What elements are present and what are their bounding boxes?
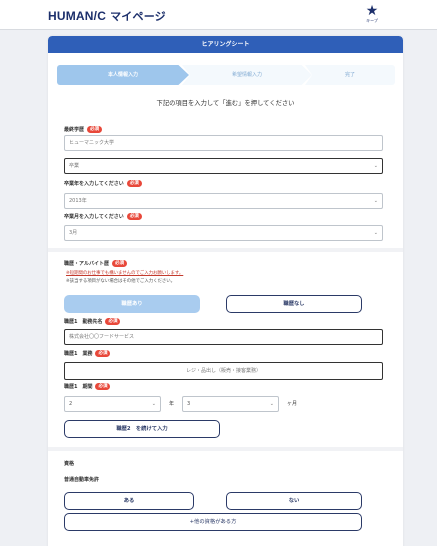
logo-suffix: マイページ (106, 10, 166, 23)
career-label: 職歴・アルバイト歴 必須 (64, 260, 127, 267)
qualifications-title: 資格 (64, 461, 75, 467)
company-name-input[interactable]: 株式会社〇〇フードサービス (64, 329, 383, 345)
required-badge: 必須 (126, 180, 142, 187)
company-label: 職歴1 勤務先名 必須 (64, 318, 121, 325)
star-icon: ★ (365, 3, 379, 19)
chevron-down-icon: ⌄ (373, 163, 378, 169)
months-unit: ヶ月 (287, 401, 298, 407)
step-preferences: 希望情報入力 (182, 65, 312, 85)
add-career-button[interactable]: 職歴2 を続けて入力 (64, 420, 220, 438)
step-complete: 完了 (305, 65, 395, 85)
graduation-year-label: 卒業年を入力してください 必須 (64, 180, 142, 187)
hearing-sheet-card: ヒアリングシート 本人情報入力 希望情報入力 完了 下記の項目を入力して「進む」… (48, 36, 403, 546)
graduation-month-select[interactable]: 3月 ⌄ (64, 225, 383, 241)
school-name-input[interactable]: ヒューマニック大学 (64, 135, 383, 151)
chevron-down-icon: ⌄ (373, 198, 378, 204)
period-months-select[interactable]: 3 ⌄ (182, 396, 279, 412)
required-badge: 必須 (95, 383, 111, 390)
license-yes-button[interactable]: ある (64, 492, 194, 510)
keep-button[interactable]: ★ キープ (363, 4, 381, 26)
add-other-qualification-button[interactable]: +他の資格がある方 (64, 513, 362, 531)
career-note-other: ※該当する項目がない場合はその他でご入力ください。 (66, 279, 176, 284)
required-badge: 必須 (95, 350, 111, 357)
graduation-status-select[interactable]: 卒業 ⌄ (64, 158, 383, 174)
chevron-down-icon: ⌄ (269, 401, 274, 407)
required-badge: 必須 (111, 260, 127, 267)
app-logo[interactable]: HUMAN/C マイページ (48, 8, 166, 24)
license-no-button[interactable]: ない (226, 492, 362, 510)
period-years-select[interactable]: 2 ⌄ (64, 396, 161, 412)
top-bar: HUMAN/C マイページ ★ キープ (0, 0, 437, 30)
required-badge: 必須 (126, 213, 142, 220)
logo-text: HUMAN/C (48, 9, 107, 23)
section-divider (48, 447, 403, 451)
progress-steps: 本人情報入力 希望情報入力 完了 (57, 65, 395, 85)
required-badge: 必須 (105, 318, 121, 325)
career-note-short-term: ※短期間のお仕事でも構いませんのでご入力お願いします。 (66, 271, 184, 276)
graduation-year-select[interactable]: 2013年 ⌄ (64, 193, 383, 209)
job-duties-select[interactable]: レジ・品出し（販売・接客業務） (64, 362, 383, 380)
step-personal-info: 本人情報入力 (57, 65, 189, 85)
job-label: 職歴1 業務 必須 (64, 350, 111, 357)
graduation-month-label: 卒業月を入力してください 必須 (64, 213, 142, 220)
education-label: 最終学歴 必須 (64, 126, 103, 133)
years-unit: 年 (169, 401, 175, 407)
period-label: 職歴1 期間 必須 (64, 383, 111, 390)
instruction-text: 下記の項目を入力して「進む」を押してください (156, 100, 295, 107)
card-title: ヒアリングシート (48, 36, 403, 53)
required-badge: 必須 (87, 126, 103, 133)
keep-label: キープ (366, 18, 378, 23)
section-divider (48, 248, 403, 252)
no-career-button[interactable]: 職歴なし (226, 295, 362, 313)
drivers-license-label: 普通自動車免許 (64, 477, 100, 483)
chevron-down-icon: ⌄ (373, 230, 378, 236)
has-career-button[interactable]: 職歴あり (64, 295, 200, 313)
chevron-down-icon: ⌄ (151, 401, 156, 407)
